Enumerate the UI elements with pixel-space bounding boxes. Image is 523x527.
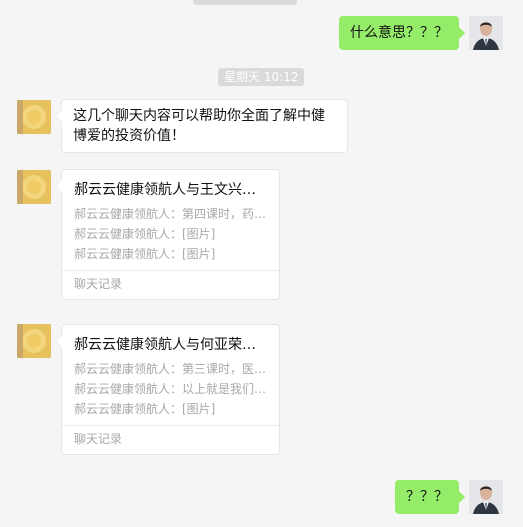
contact-avatar-icon[interactable]	[17, 100, 51, 134]
chat-record-title: 郝云云健康领航人与何亚荣的...	[74, 337, 270, 353]
user-avatar-icon[interactable]	[469, 16, 503, 50]
chat-record-title: 郝云云健康领航人与王文兴的...	[74, 182, 270, 198]
message-text: ？？？	[406, 489, 448, 505]
chat-record-preview-line: 郝云云健康领航人：[图片]	[74, 227, 216, 241]
outgoing-message-bubble[interactable]: 什么意思？？？	[339, 16, 465, 50]
user-avatar-icon[interactable]	[469, 480, 503, 514]
incoming-message-bubble[interactable]: 这几个聊天内容可以帮助你全面了解中健博爱的投资价值！	[55, 99, 348, 153]
message-timestamp: 星期天 10:12	[218, 68, 305, 86]
chat-record-label: 聊天记录	[74, 277, 123, 291]
message-text: 这几个聊天内容可以帮助你全面了解中健博爱的投资价值！	[73, 108, 325, 144]
chat-record-preview-line: 郝云云健康领航人：[图片]	[74, 402, 216, 416]
chat-record-preview-line: 郝云云健康领航人：[图片]	[74, 247, 216, 261]
previous-timestamp-stub	[193, 0, 297, 5]
chat-record-preview-line: 郝云云健康领航人：以上就是我们今...	[74, 382, 278, 396]
chat-record-preview-line: 郝云云健康领航人：第四课时，药者...	[74, 207, 278, 221]
contact-avatar-icon[interactable]	[17, 324, 51, 358]
contact-avatar-icon[interactable]	[17, 170, 51, 204]
outgoing-message-bubble[interactable]: ？？？	[395, 480, 465, 514]
chat-record-card[interactable]: 郝云云健康领航人与何亚荣的... 郝云云健康领航人：第三课时，医改... 郝云云…	[55, 324, 280, 455]
message-text: 什么意思？？？	[350, 25, 448, 41]
chat-record-card[interactable]: 郝云云健康领航人与王文兴的... 郝云云健康领航人：第四课时，药者... 郝云云…	[55, 169, 280, 300]
chat-record-label: 聊天记录	[74, 432, 123, 446]
chat-window: 什么意思？？？ 星期天 10:12 这几个聊天内容可以帮助你全面了解中健博爱的投…	[0, 0, 523, 527]
chat-record-preview-line: 郝云云健康领航人：第三课时，医改...	[74, 362, 278, 376]
